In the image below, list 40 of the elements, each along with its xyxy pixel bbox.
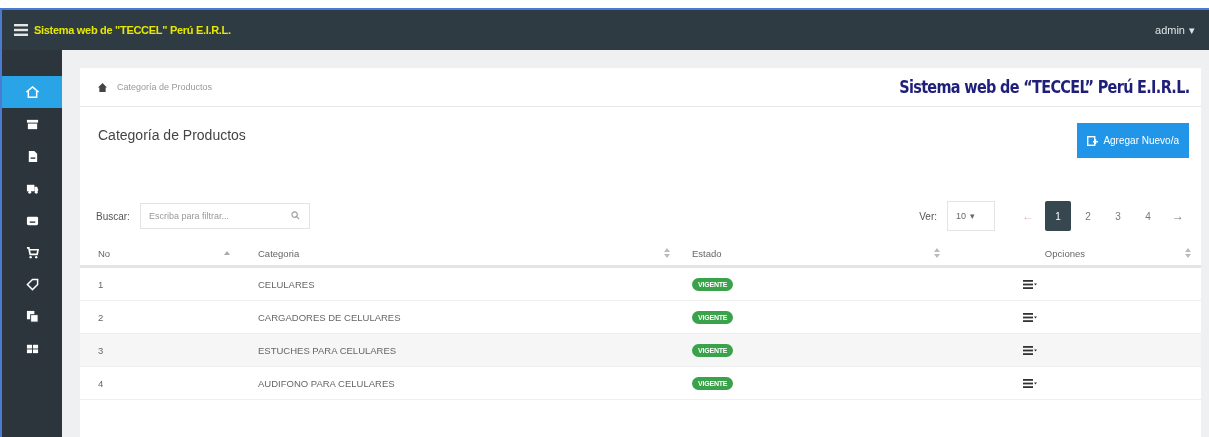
table-cell-text: 4 — [97, 376, 105, 391]
page-button[interactable]: 4 — [1135, 201, 1161, 231]
table-cell-text: AUDIFONO PARA CELULARES — [257, 376, 396, 391]
user-menu[interactable]: admin ▾ — [1155, 23, 1195, 37]
table-cell-text: 2 — [97, 310, 105, 325]
options-menu-icon[interactable] — [1022, 312, 1037, 322]
page-button[interactable]: 3 — [1105, 201, 1131, 231]
table-cell-text: 3 — [97, 343, 105, 358]
page-size-select[interactable]: 10 ▾ — [947, 201, 995, 231]
search-icon — [290, 211, 300, 220]
archive-icon — [25, 117, 39, 131]
options-menu-icon[interactable] — [1022, 345, 1037, 355]
next-page-button[interactable]: → — [1165, 201, 1191, 231]
page-button[interactable]: 1 — [1045, 201, 1071, 231]
search-field[interactable]: Escriba para filtrar... — [139, 203, 310, 229]
breadcrumb-link[interactable]: Categoría de Productos — [117, 82, 213, 92]
table-cell-text: 1 — [97, 277, 105, 292]
table-cell-text: ESTUCHES PARA CELULARES — [257, 343, 398, 358]
home-icon — [98, 82, 107, 92]
table-cell-text: CELULARES — [257, 277, 316, 292]
column-header[interactable]: Estado — [692, 247, 722, 259]
menu-icon[interactable] — [14, 24, 28, 36]
table-cell-text: CARGADORES DE CELULARES — [257, 310, 402, 325]
tag-icon — [25, 277, 39, 291]
column-header[interactable]: No — [98, 247, 111, 259]
home-icon — [25, 85, 39, 99]
app-title: Sistema web de "TECCEL" Perú E.I.R.L. — [34, 24, 231, 36]
page-heading: Categoría de Productos — [98, 127, 246, 143]
cart-icon — [25, 245, 39, 259]
brand-heading: Sistema web de “TECCEL” Perú E.I.R.L. — [898, 77, 1189, 97]
page-button[interactable]: 2 — [1075, 201, 1101, 231]
page-size-label: Ver: — [919, 210, 937, 222]
options-menu-icon[interactable] — [1022, 378, 1037, 388]
options-menu-icon[interactable] — [1022, 279, 1037, 289]
add-new-button[interactable]: Agregar Nuevo/a — [1077, 123, 1189, 158]
copy-icon — [25, 309, 39, 323]
column-header[interactable]: Categoria — [258, 247, 300, 259]
search-label: Buscar: — [96, 210, 130, 222]
document-plus-icon — [1087, 135, 1099, 146]
column-header[interactable]: Opciones — [1044, 247, 1085, 259]
